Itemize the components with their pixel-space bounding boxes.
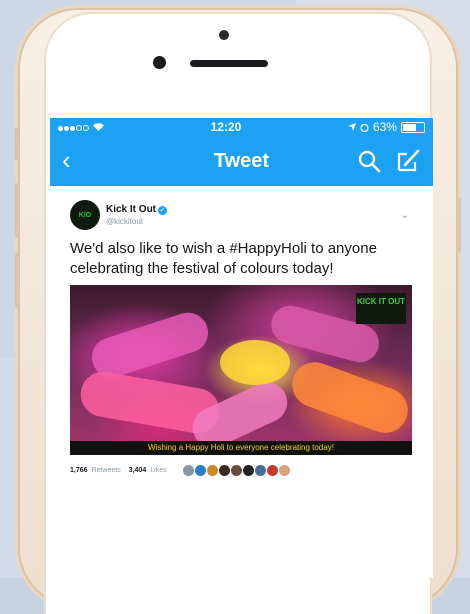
mute-switch <box>15 128 19 160</box>
phone-screen: 12:20 63% ‹ Tweet KIO Kick It Out ✓ @kic… <box>50 118 433 578</box>
status-time: 12:20 <box>210 120 242 134</box>
image-hand <box>285 355 412 440</box>
retweets-label[interactable]: Retweets <box>92 467 121 474</box>
front-camera-icon <box>153 56 166 69</box>
search-icon[interactable] <box>357 149 381 173</box>
verified-badge-icon: ✓ <box>158 206 168 215</box>
location-arrow-icon <box>347 123 356 131</box>
likes-count[interactable]: 3,404 <box>129 467 147 474</box>
battery-icon <box>400 121 425 133</box>
liker-avatar[interactable] <box>206 465 218 476</box>
chevron-down-icon[interactable]: ⌄ <box>401 210 409 221</box>
kick-it-out-logo: KICK IT OUT <box>356 293 406 324</box>
status-bar: 12:20 63% <box>50 118 433 136</box>
avatar[interactable]: KIO <box>70 200 100 230</box>
liker-avatar[interactable] <box>278 465 290 476</box>
tweet-text: We'd also like to wish a #HappyHoli to a… <box>70 240 377 277</box>
alarm-icon <box>360 123 369 132</box>
wifi-icon <box>93 123 104 131</box>
chevron-left-icon[interactable]: ‹ <box>62 147 71 173</box>
proximity-sensor-icon <box>219 30 229 40</box>
liker-avatar[interactable] <box>182 465 194 476</box>
page-title: Tweet <box>213 149 270 172</box>
volume-up-button <box>15 183 19 238</box>
tweet-card: KIO Kick It Out ✓ @kickitout ⌄ We'd also … <box>50 186 433 476</box>
volume-down-button <box>15 253 19 308</box>
liker-avatars <box>182 465 290 476</box>
image-powder <box>220 340 290 385</box>
compose-icon[interactable] <box>395 148 421 174</box>
power-button <box>457 198 461 253</box>
display-name[interactable]: Kick It Out <box>106 204 156 215</box>
liker-avatar[interactable] <box>194 465 206 476</box>
battery-percent: 63% <box>372 120 397 134</box>
navigation-bar: ‹ Tweet <box>50 136 433 186</box>
liker-avatar[interactable] <box>254 465 266 476</box>
likes-label[interactable]: Likes <box>150 467 166 474</box>
liker-avatar[interactable] <box>242 465 254 476</box>
tweet-header: KIO Kick It Out ✓ @kickitout <box>70 200 413 230</box>
signal-strength-icon <box>58 120 90 134</box>
liker-avatar[interactable] <box>230 465 242 476</box>
liker-avatar[interactable] <box>266 465 278 476</box>
image-caption: Wishing a Happy Holi to everyone celebra… <box>70 441 412 455</box>
tweet-image[interactable]: KICK IT OUT Wishing a Happy Holi to ever… <box>70 285 412 455</box>
user-handle[interactable]: @kickitout <box>106 216 167 228</box>
tweet-stats: 1,766 Retweets 3,404 Likes <box>70 465 413 476</box>
retweets-count[interactable]: 1,766 <box>70 467 88 474</box>
earpiece-speaker <box>190 60 268 67</box>
liker-avatar[interactable] <box>218 465 230 476</box>
